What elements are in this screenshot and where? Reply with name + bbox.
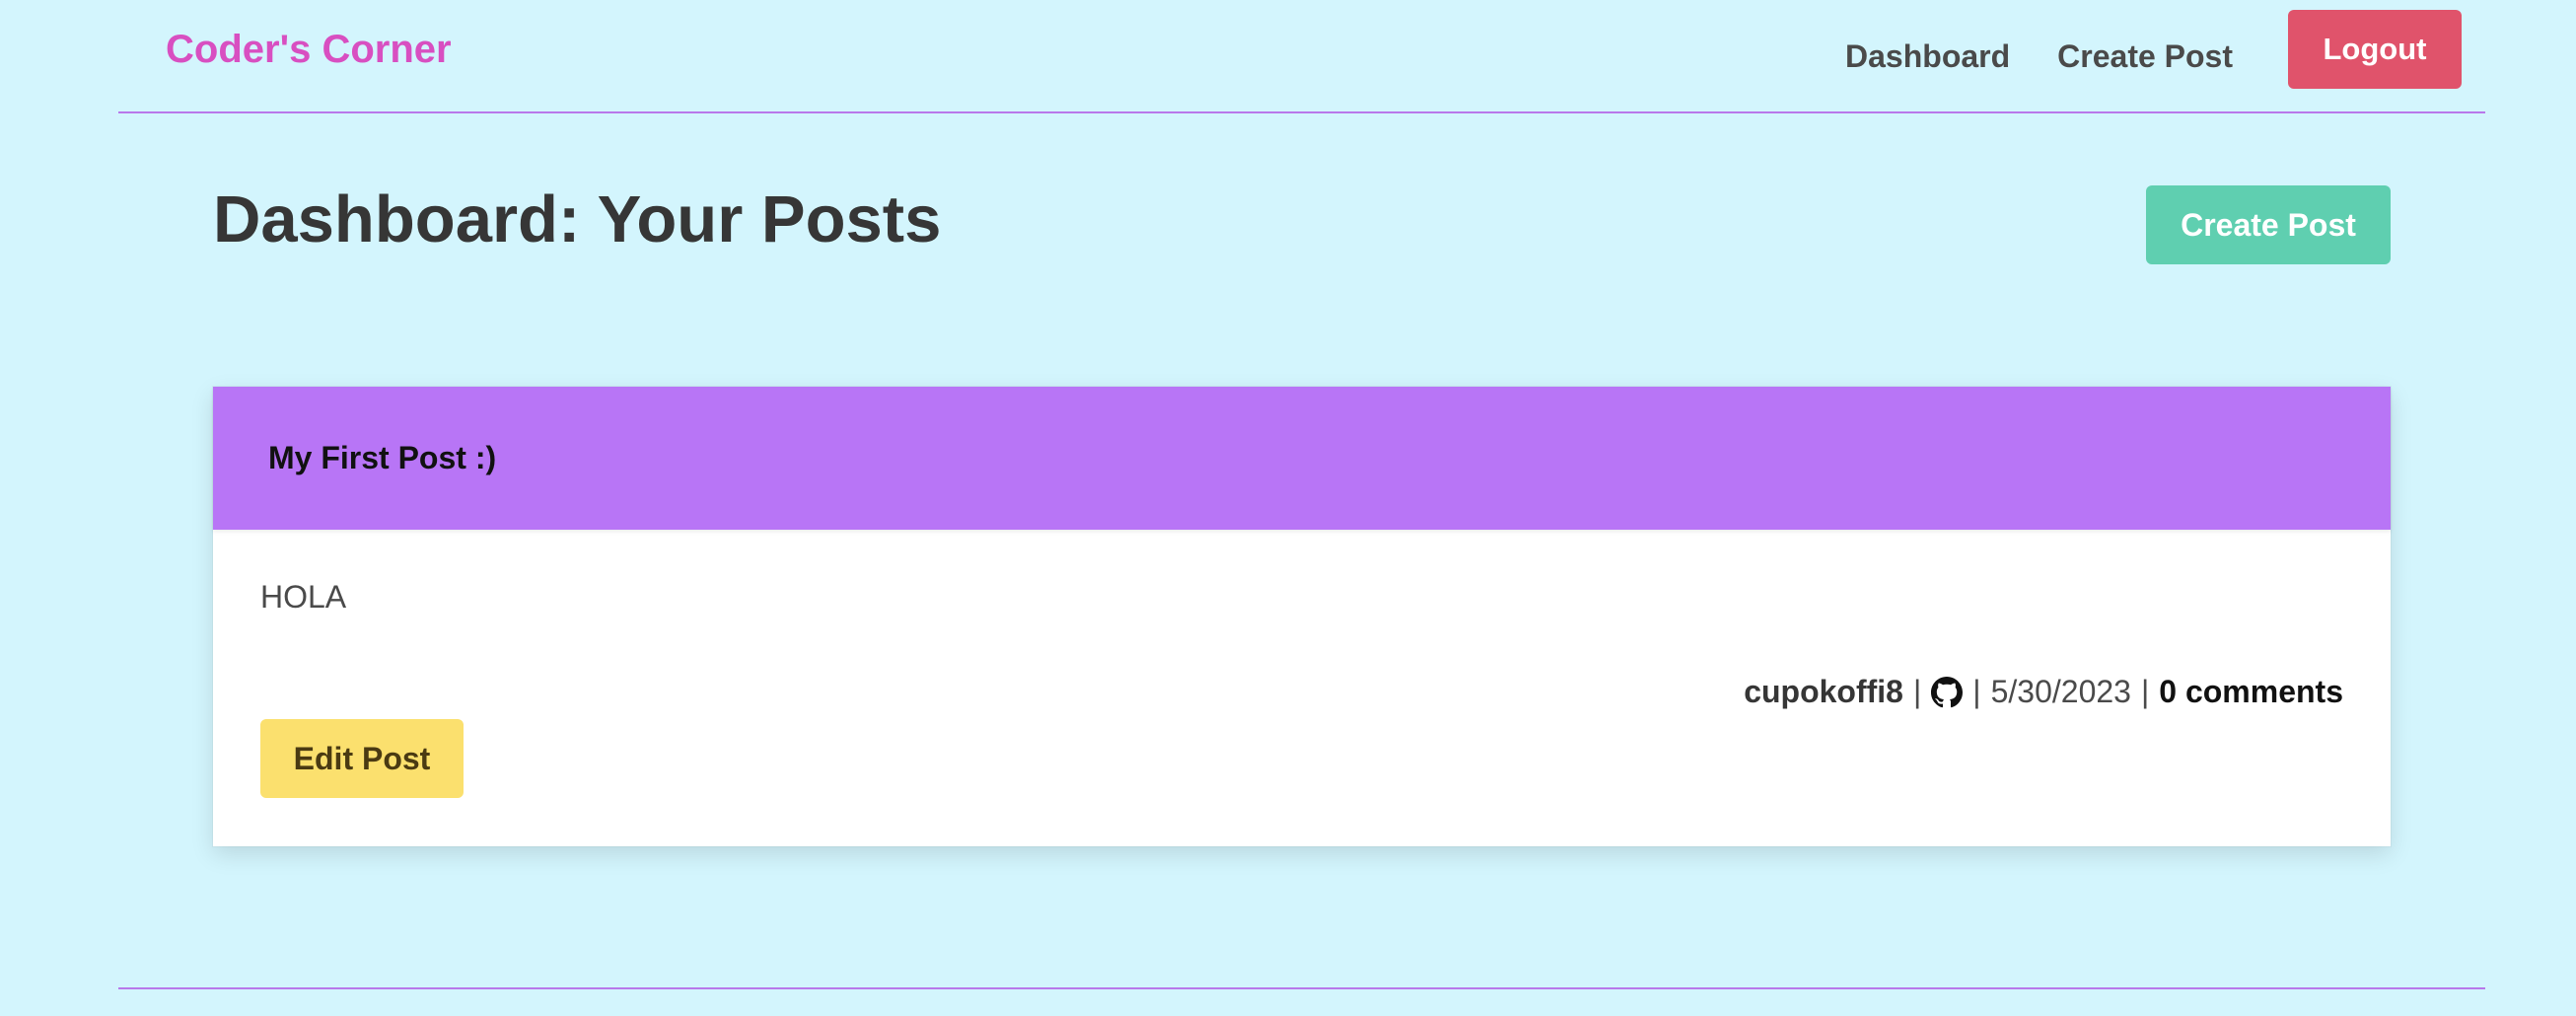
top-navbar: Coder's Corner Dashboard Create Post Log… [118,0,2485,113]
post-card-header: My First Post :) [213,387,2391,530]
brand-logo-link[interactable]: Coder's Corner [166,28,452,72]
logout-button[interactable]: Logout [2288,10,2462,89]
nav-links: Dashboard Create Post Logout [1798,10,2462,89]
post-title[interactable]: My First Post :) [268,440,496,476]
edit-post-button[interactable]: Edit Post [260,719,464,798]
meta-separator: | [1912,674,1922,709]
post-comments-count[interactable]: 0 comments [2159,674,2343,710]
page-title: Dashboard: Your Posts [213,182,942,256]
post-date: 5/30/2023 [1990,674,2131,709]
nav-link-dashboard[interactable]: Dashboard [1845,38,2010,75]
meta-separator: | [2140,674,2150,709]
meta-separator: | [1972,674,1981,709]
post-meta: cupokoffi8 | | 5/30/2023 | 0 comments [1744,674,2343,710]
dashboard-header: Dashboard: Your Posts Create Post [213,178,2391,276]
github-icon[interactable] [1931,676,1964,708]
post-card-body: HOLA cupokoffi8 | | 5/30/2023 | 0 commen… [213,530,2391,846]
footer-divider [118,987,2485,989]
nav-link-create-post[interactable]: Create Post [2057,38,2233,75]
post-card: My First Post :) HOLA cupokoffi8 | | 5/3… [213,387,2391,846]
create-post-button[interactable]: Create Post [2146,185,2391,264]
post-content: HOLA [260,579,347,615]
post-author[interactable]: cupokoffi8 [1744,674,1903,710]
